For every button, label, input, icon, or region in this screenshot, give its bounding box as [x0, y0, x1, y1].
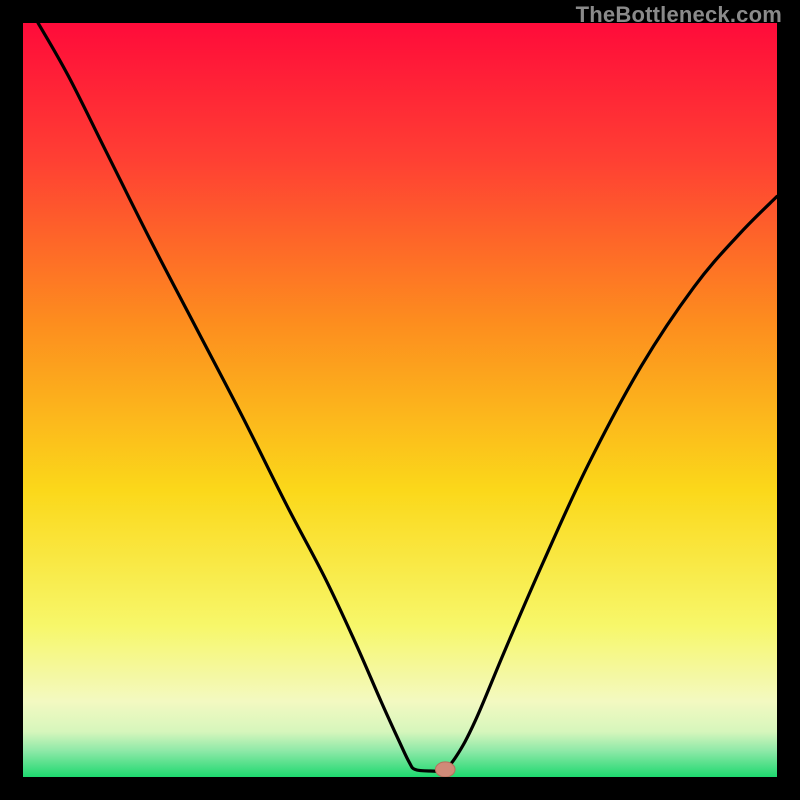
plot-background	[23, 23, 777, 777]
bottleneck-chart	[0, 0, 800, 800]
chart-frame: { "watermark": "TheBottleneck.com", "col…	[0, 0, 800, 800]
optimal-point-marker	[435, 762, 455, 777]
watermark-text: TheBottleneck.com	[576, 2, 782, 28]
